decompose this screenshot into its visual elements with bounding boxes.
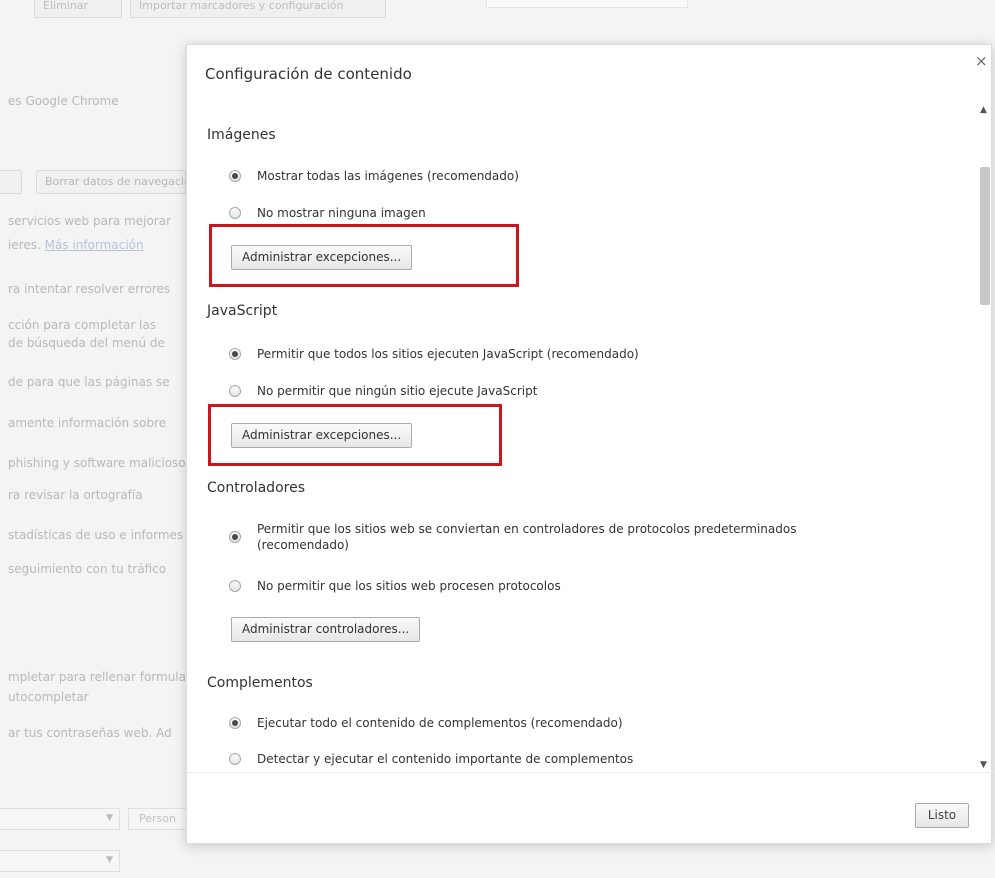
radio-label: Permitir que todos los sitios ejecuten J… <box>257 347 639 361</box>
bg-text-line: ra intentar resolver errores <box>8 282 171 296</box>
radio-handlers-allow[interactable]: Permitir que los sitios web se convierta… <box>229 521 857 553</box>
manage-handlers-button[interactable]: Administrar controladores... <box>231 617 421 642</box>
bg-import-button[interactable]: Importar marcadores y configuración <box>130 0 386 18</box>
radio-unselected-icon[interactable] <box>229 385 241 397</box>
bg-text-line: mpletar para rellenar formularios <box>8 670 208 684</box>
radio-selected-icon[interactable] <box>229 531 241 543</box>
radio-label: Ejecutar todo el contenido de complement… <box>257 716 623 730</box>
done-button[interactable]: Listo <box>915 803 969 828</box>
radio-unselected-icon[interactable] <box>229 580 241 592</box>
radio-label: Permitir que los sitios web se convierta… <box>257 522 797 552</box>
bg-text-line: ieres. <box>8 238 41 252</box>
section-title-javascript: JavaScript <box>207 303 278 319</box>
bg-more-info-link[interactable]: Más información <box>45 238 144 252</box>
radio-label: No permitir que los sitios web procesen … <box>257 579 561 593</box>
bg-text-line: es Google Chrome <box>8 94 119 108</box>
bg-select-person[interactable]: Person <box>128 808 188 830</box>
bg-text-line: ra revisar la ortografía <box>8 488 143 502</box>
bg-text-line: utocompletar <box>8 690 89 704</box>
section-title-plugins: Complementos <box>207 675 313 691</box>
radio-javascript-allow-all[interactable]: Permitir que todos los sitios ejecuten J… <box>229 346 639 362</box>
dialog-footer-divider <box>187 772 993 773</box>
radio-label: No mostrar ninguna imagen <box>257 206 426 220</box>
radio-selected-icon[interactable] <box>229 717 241 729</box>
bg-top-field[interactable] <box>486 0 688 8</box>
radio-unselected-icon[interactable] <box>229 753 241 765</box>
bg-delete-button[interactable]: Eliminar <box>34 0 122 18</box>
section-title-handlers: Controladores <box>207 480 305 496</box>
bg-text-line: de búsqueda del menú de <box>8 336 165 350</box>
section-title-images: Imágenes <box>207 127 276 143</box>
radio-images-show-all[interactable]: Mostrar todas las imágenes (recomendado) <box>229 168 519 184</box>
dialog-content: Imágenes Mostrar todas las imágenes (rec… <box>187 45 977 770</box>
scrollbar-thumb[interactable] <box>980 167 990 305</box>
radio-handlers-block[interactable]: No permitir que los sitios web procesen … <box>229 578 561 594</box>
bg-text-line: phishing y software malicioso <box>8 456 186 470</box>
radio-label: Detectar y ejecutar el contenido importa… <box>257 752 634 766</box>
bg-button-partial[interactable] <box>0 170 22 194</box>
bg-select[interactable]: ▼ <box>0 850 120 872</box>
bg-text-line: servicios web para mejorar <box>8 214 172 228</box>
bg-text-line: cción para completar las <box>8 318 157 332</box>
scroll-down-icon[interactable]: ▼ <box>980 760 987 770</box>
bg-text-line: seguimiento con tu tráfico <box>8 562 167 576</box>
chevron-down-icon: ▼ <box>106 855 113 865</box>
radio-selected-icon[interactable] <box>229 348 241 360</box>
radio-images-show-none[interactable]: No mostrar ninguna imagen <box>229 205 426 221</box>
bg-text-line: ar tus contraseñas web. Ad <box>8 726 172 740</box>
bg-text-line: de para que las páginas se <box>8 375 170 389</box>
radio-label: No permitir que ningún sitio ejecute Jav… <box>257 384 538 398</box>
radio-plugins-run-all[interactable]: Ejecutar todo el contenido de complement… <box>229 715 623 731</box>
bg-text-line: ieres. Más información <box>8 238 144 252</box>
dialog-scrollbar[interactable]: ▲ ▼ <box>977 105 993 775</box>
javascript-manage-exceptions-button[interactable]: Administrar excepciones... <box>231 423 413 448</box>
bg-text-line: amente información sobre <box>8 416 167 430</box>
bg-select[interactable]: ▼ <box>0 808 120 830</box>
content-settings-dialog: Configuración de contenido × Imágenes Mo… <box>186 44 993 844</box>
scroll-up-icon[interactable]: ▲ <box>980 105 987 115</box>
images-manage-exceptions-button[interactable]: Administrar excepciones... <box>231 245 413 270</box>
radio-unselected-icon[interactable] <box>229 207 241 219</box>
chevron-down-icon: ▼ <box>106 813 113 823</box>
radio-selected-icon[interactable] <box>229 170 241 182</box>
screen: Eliminar Importar marcadores y configura… <box>0 0 995 878</box>
bg-text-line: stadísticas de uso e informes <box>8 528 184 542</box>
bg-clear-data-button[interactable]: Borrar datos de navegación <box>36 170 186 194</box>
radio-javascript-block-all[interactable]: No permitir que ningún sitio ejecute Jav… <box>229 383 537 399</box>
radio-plugins-detect[interactable]: Detectar y ejecutar el contenido importa… <box>229 751 633 767</box>
radio-label: Mostrar todas las imágenes (recomendado) <box>257 169 519 183</box>
